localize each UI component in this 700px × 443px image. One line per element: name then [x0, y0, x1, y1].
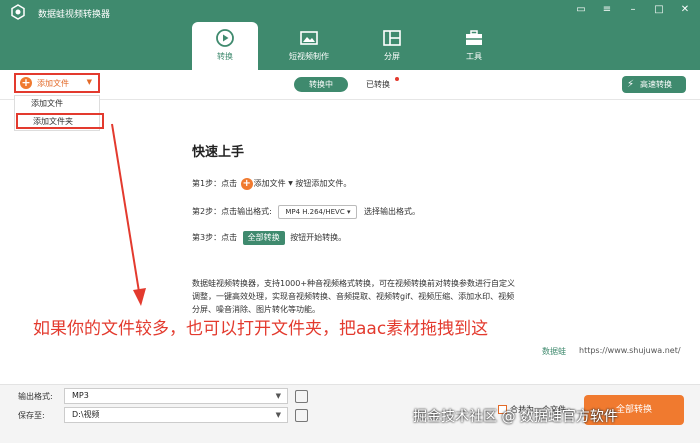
maximize-icon[interactable]: □ [652, 3, 666, 17]
menu-icon[interactable]: ≡ [600, 3, 614, 17]
guide-step-1: 第1步：点击 + 添加文件 ▼ 按钮添加文件。 [192, 177, 351, 191]
split-screen-icon [383, 30, 401, 46]
chevron-down-icon: ▼ [288, 180, 293, 187]
tab-converting[interactable]: 转换中 [294, 77, 348, 92]
format-sample: MP4 H.264/HEVC ▾ [278, 205, 358, 219]
add-file-dropdown: 添加文件 添加文件夹 [14, 95, 104, 131]
plus-icon: + [20, 76, 32, 89]
app-title: 数据蛙视频转换器 [38, 10, 111, 20]
dropdown-item-add-folder[interactable]: 添加文件夹 [16, 113, 104, 129]
high-speed-label: 高速转换 [640, 80, 672, 89]
convert-icon [216, 29, 234, 47]
step3-prefix: 第3步：点击 [192, 233, 238, 242]
step1-suffix: 按钮添加文件。 [295, 179, 352, 188]
tab-label: 工具 [466, 52, 482, 61]
convert-all-sample: 全部转换 [242, 231, 285, 245]
chevron-down-icon: ▼ [275, 411, 281, 419]
save-to-label: 保存至: [18, 411, 45, 420]
plus-icon: + [240, 178, 253, 190]
tab-label: 转换 [217, 52, 233, 61]
guide-step-3: 第3步：点击 全部转换 按钮开始转换。 [192, 231, 346, 245]
tab-split-screen[interactable]: 分屏 [359, 22, 425, 70]
guide-title: 快速上手 [192, 145, 245, 160]
save-to-select[interactable]: D:\视频 ▼ [64, 407, 288, 423]
step3-suffix: 按钮开始转换。 [290, 233, 347, 242]
message-icon[interactable]: ▭ [574, 3, 588, 17]
format-sample-label: MP4 H.264/HEVC [285, 208, 345, 216]
lightning-icon: ⚡ [627, 79, 635, 90]
tab-convert[interactable]: 转换 [192, 22, 258, 70]
output-format-label: 输出格式: [18, 392, 53, 401]
step2-suffix: 选择输出格式。 [364, 207, 421, 216]
brand-mark: 数据蛙 [542, 347, 566, 356]
output-format-select[interactable]: MP3 ▼ [64, 388, 288, 404]
window-controls: ▭ ≡ – □ ✕ [574, 3, 692, 17]
step2-prefix: 第2步：点击输出格式: [192, 207, 272, 216]
chevron-down-icon: ▼ [86, 78, 92, 86]
brand-url[interactable]: https://www.shujuwa.net/ [579, 346, 681, 355]
save-to-value: D:\视频 [72, 410, 100, 419]
step1-prefix: 第1步：点击 [192, 179, 238, 188]
dropdown-item-add-file[interactable]: 添加文件 [15, 96, 99, 112]
minimize-icon[interactable]: – [626, 3, 640, 17]
open-folder-icon[interactable] [295, 409, 308, 422]
annotation-text: 如果你的文件较多，也可以打开文件夹，把aac素材拖拽到这 [33, 319, 489, 339]
tab-tools[interactable]: 工具 [441, 22, 507, 70]
tab-converted[interactable]: 已转换 [366, 79, 390, 90]
add-file-label: 添加文件 [37, 79, 69, 88]
chevron-down-icon: ▼ [275, 392, 281, 400]
format-settings-icon[interactable] [295, 390, 308, 403]
app-logo-icon [11, 4, 25, 20]
watermark: 掘金技术社区 @ 数据蛙官方软件 [413, 409, 618, 425]
tab-label: 分屏 [384, 52, 400, 61]
high-speed-convert-button[interactable]: ⚡ 高速转换 [622, 76, 686, 93]
close-icon[interactable]: ✕ [678, 3, 692, 17]
toolbox-icon [466, 30, 482, 45]
guide-step-2: 第2步：点击输出格式: MP4 H.264/HEVC ▾ 选择输出格式。 [192, 205, 420, 219]
output-format-value: MP3 [72, 391, 89, 400]
notification-dot [395, 77, 399, 81]
short-video-icon [300, 31, 318, 45]
tab-short-video[interactable]: 短视频制作 [276, 22, 342, 70]
tab-label: 短视频制作 [289, 52, 329, 61]
product-description: 数据蛙视频转换器，支持1000+种音视频格式转换，可在视频转换前对转换参数进行自… [192, 279, 516, 314]
toolbar [0, 70, 700, 100]
add-file-button[interactable]: + 添加文件 ▼ [14, 73, 100, 93]
step1-btn-label: 添加文件 [253, 179, 286, 188]
